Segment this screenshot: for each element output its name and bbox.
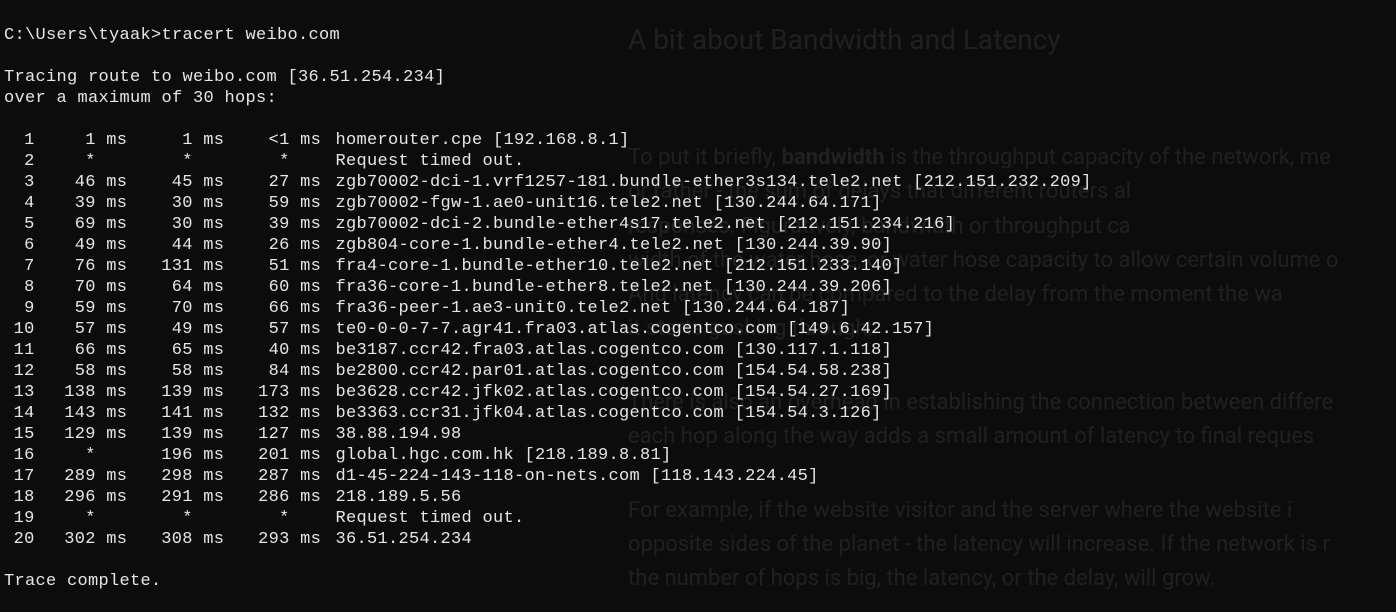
hop-number: 15 [4, 424, 35, 445]
hop-number: 8 [4, 277, 35, 298]
hop-host: zgb804-core-1.bundle-ether4.tele2.net [1… [325, 235, 892, 256]
hop-number: 16 [4, 445, 35, 466]
hop-number: 5 [4, 214, 35, 235]
trace-header-1: Tracing route to weibo.com [36.51.254.23… [4, 68, 445, 87]
hop-number: 12 [4, 361, 35, 382]
hop-host: Request timed out. [325, 151, 524, 172]
hop-host: fra36-core-1.bundle-ether8.tele2.net [13… [325, 277, 892, 298]
hop-host: zgb70002-dci-2.bundle-ether4s17.tele2.ne… [325, 214, 955, 235]
hop-number: 1 [4, 130, 35, 151]
trace-complete: Trace complete. [4, 572, 162, 591]
hop-host: d1-45-224-143-118-on-nets.com [118.143.2… [325, 466, 818, 487]
hop-number: 11 [4, 340, 35, 361]
hop-number: 14 [4, 403, 35, 424]
hop-host: be2800.ccr42.par01.atlas.cogentco.com [1… [325, 361, 892, 382]
hop-number: 2 [4, 151, 35, 172]
hop-number: 9 [4, 298, 35, 319]
command: tracert weibo.com [162, 26, 341, 45]
trace-header-2: over a maximum of 30 hops: [4, 89, 277, 108]
root: A bit about Bandwidth and Latency To put… [0, 0, 1396, 612]
hop-host: zgb70002-dci-1.vrf1257-181.bundle-ether3… [325, 172, 1091, 193]
hop-number: 18 [4, 487, 35, 508]
hop-number: 10 [4, 319, 35, 340]
hop-host: 38.88.194.98 [325, 424, 461, 445]
hop-number: 20 [4, 529, 35, 550]
hop-host: Request timed out. [325, 508, 524, 529]
hop-host: fra36-peer-1.ae3-unit0.tele2.net [130.24… [325, 298, 850, 319]
hop-host: zgb70002-fgw-1.ae0-unit16.tele2.net [130… [325, 193, 881, 214]
hop-host: 36.51.254.234 [325, 529, 472, 550]
terminal-output[interactable]: C:\Users\tyaak>tracert weibo.com Tracing… [4, 4, 1392, 608]
hop-host: te0-0-0-7-7.agr41.fra03.atlas.cogentco.c… [325, 319, 934, 340]
hop-number: 7 [4, 256, 35, 277]
hop-number: 3 [4, 172, 35, 193]
hop-host: 218.189.5.56 [325, 487, 461, 508]
hop-number: 6 [4, 235, 35, 256]
hop-number: 19 [4, 508, 35, 529]
hop-number: 4 [4, 193, 35, 214]
prompt: C:\Users\tyaak> [4, 26, 162, 45]
hop-host: homerouter.cpe [192.168.8.1] [325, 130, 629, 151]
hop-host: be3187.ccr42.fra03.atlas.cogentco.com [1… [325, 340, 892, 361]
hop-number: 17 [4, 466, 35, 487]
hop-host: be3363.ccr31.jfk04.atlas.cogentco.com [1… [325, 403, 881, 424]
hop-list: 11 ms1 ms<1 mshomerouter.cpe [192.168.8.… [4, 130, 1392, 550]
hop-host: fra4-core-1.bundle-ether10.tele2.net [21… [325, 256, 902, 277]
hop-number: 13 [4, 382, 35, 403]
hop-host: global.hgc.com.hk [218.189.8.81] [325, 445, 671, 466]
hop-host: be3628.ccr42.jfk02.atlas.cogentco.com [1… [325, 382, 892, 403]
